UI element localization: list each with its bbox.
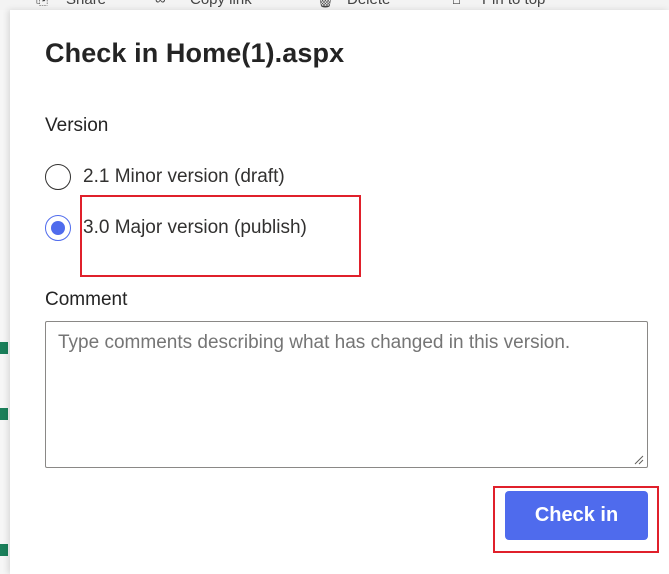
radio-selected-dot	[51, 221, 65, 235]
background-chip	[0, 342, 8, 354]
version-label: Version	[45, 115, 109, 136]
toolbar-item-delete[interactable]: Delete	[347, 0, 390, 9]
link-icon: ∞	[155, 0, 166, 9]
background-chip	[0, 408, 8, 420]
pin-icon: ⌂	[452, 0, 461, 9]
comment-label: Comment	[45, 289, 128, 310]
background-chip	[0, 544, 8, 556]
minor-version-radio[interactable]	[45, 164, 71, 190]
toolbar-item-pin[interactable]: Pin to top	[482, 0, 545, 9]
minor-version-label: 2.1 Minor version (draft)	[83, 166, 285, 187]
major-version-label: 3.0 Major version (publish)	[83, 217, 307, 238]
toolbar-item-copy-link[interactable]: Copy link	[190, 0, 252, 9]
comment-textarea[interactable]	[45, 321, 648, 468]
check-in-button[interactable]: Check in	[505, 491, 648, 540]
dialog-title: Check in Home(1).aspx	[45, 38, 345, 68]
toolbar-item-share[interactable]: Share	[66, 0, 106, 9]
delete-icon: 🗑	[316, 0, 336, 9]
minor-version-option[interactable]: 2.1 Minor version (draft)	[45, 161, 285, 193]
major-version-option[interactable]: 3.0 Major version (publish)	[45, 212, 307, 244]
major-version-radio[interactable]	[45, 215, 71, 241]
share-icon: ⎘	[36, 0, 48, 9]
resize-grip-icon[interactable]	[632, 453, 644, 465]
check-in-dialog: Check in Home(1).aspx Version 2.1 Minor …	[10, 10, 669, 574]
